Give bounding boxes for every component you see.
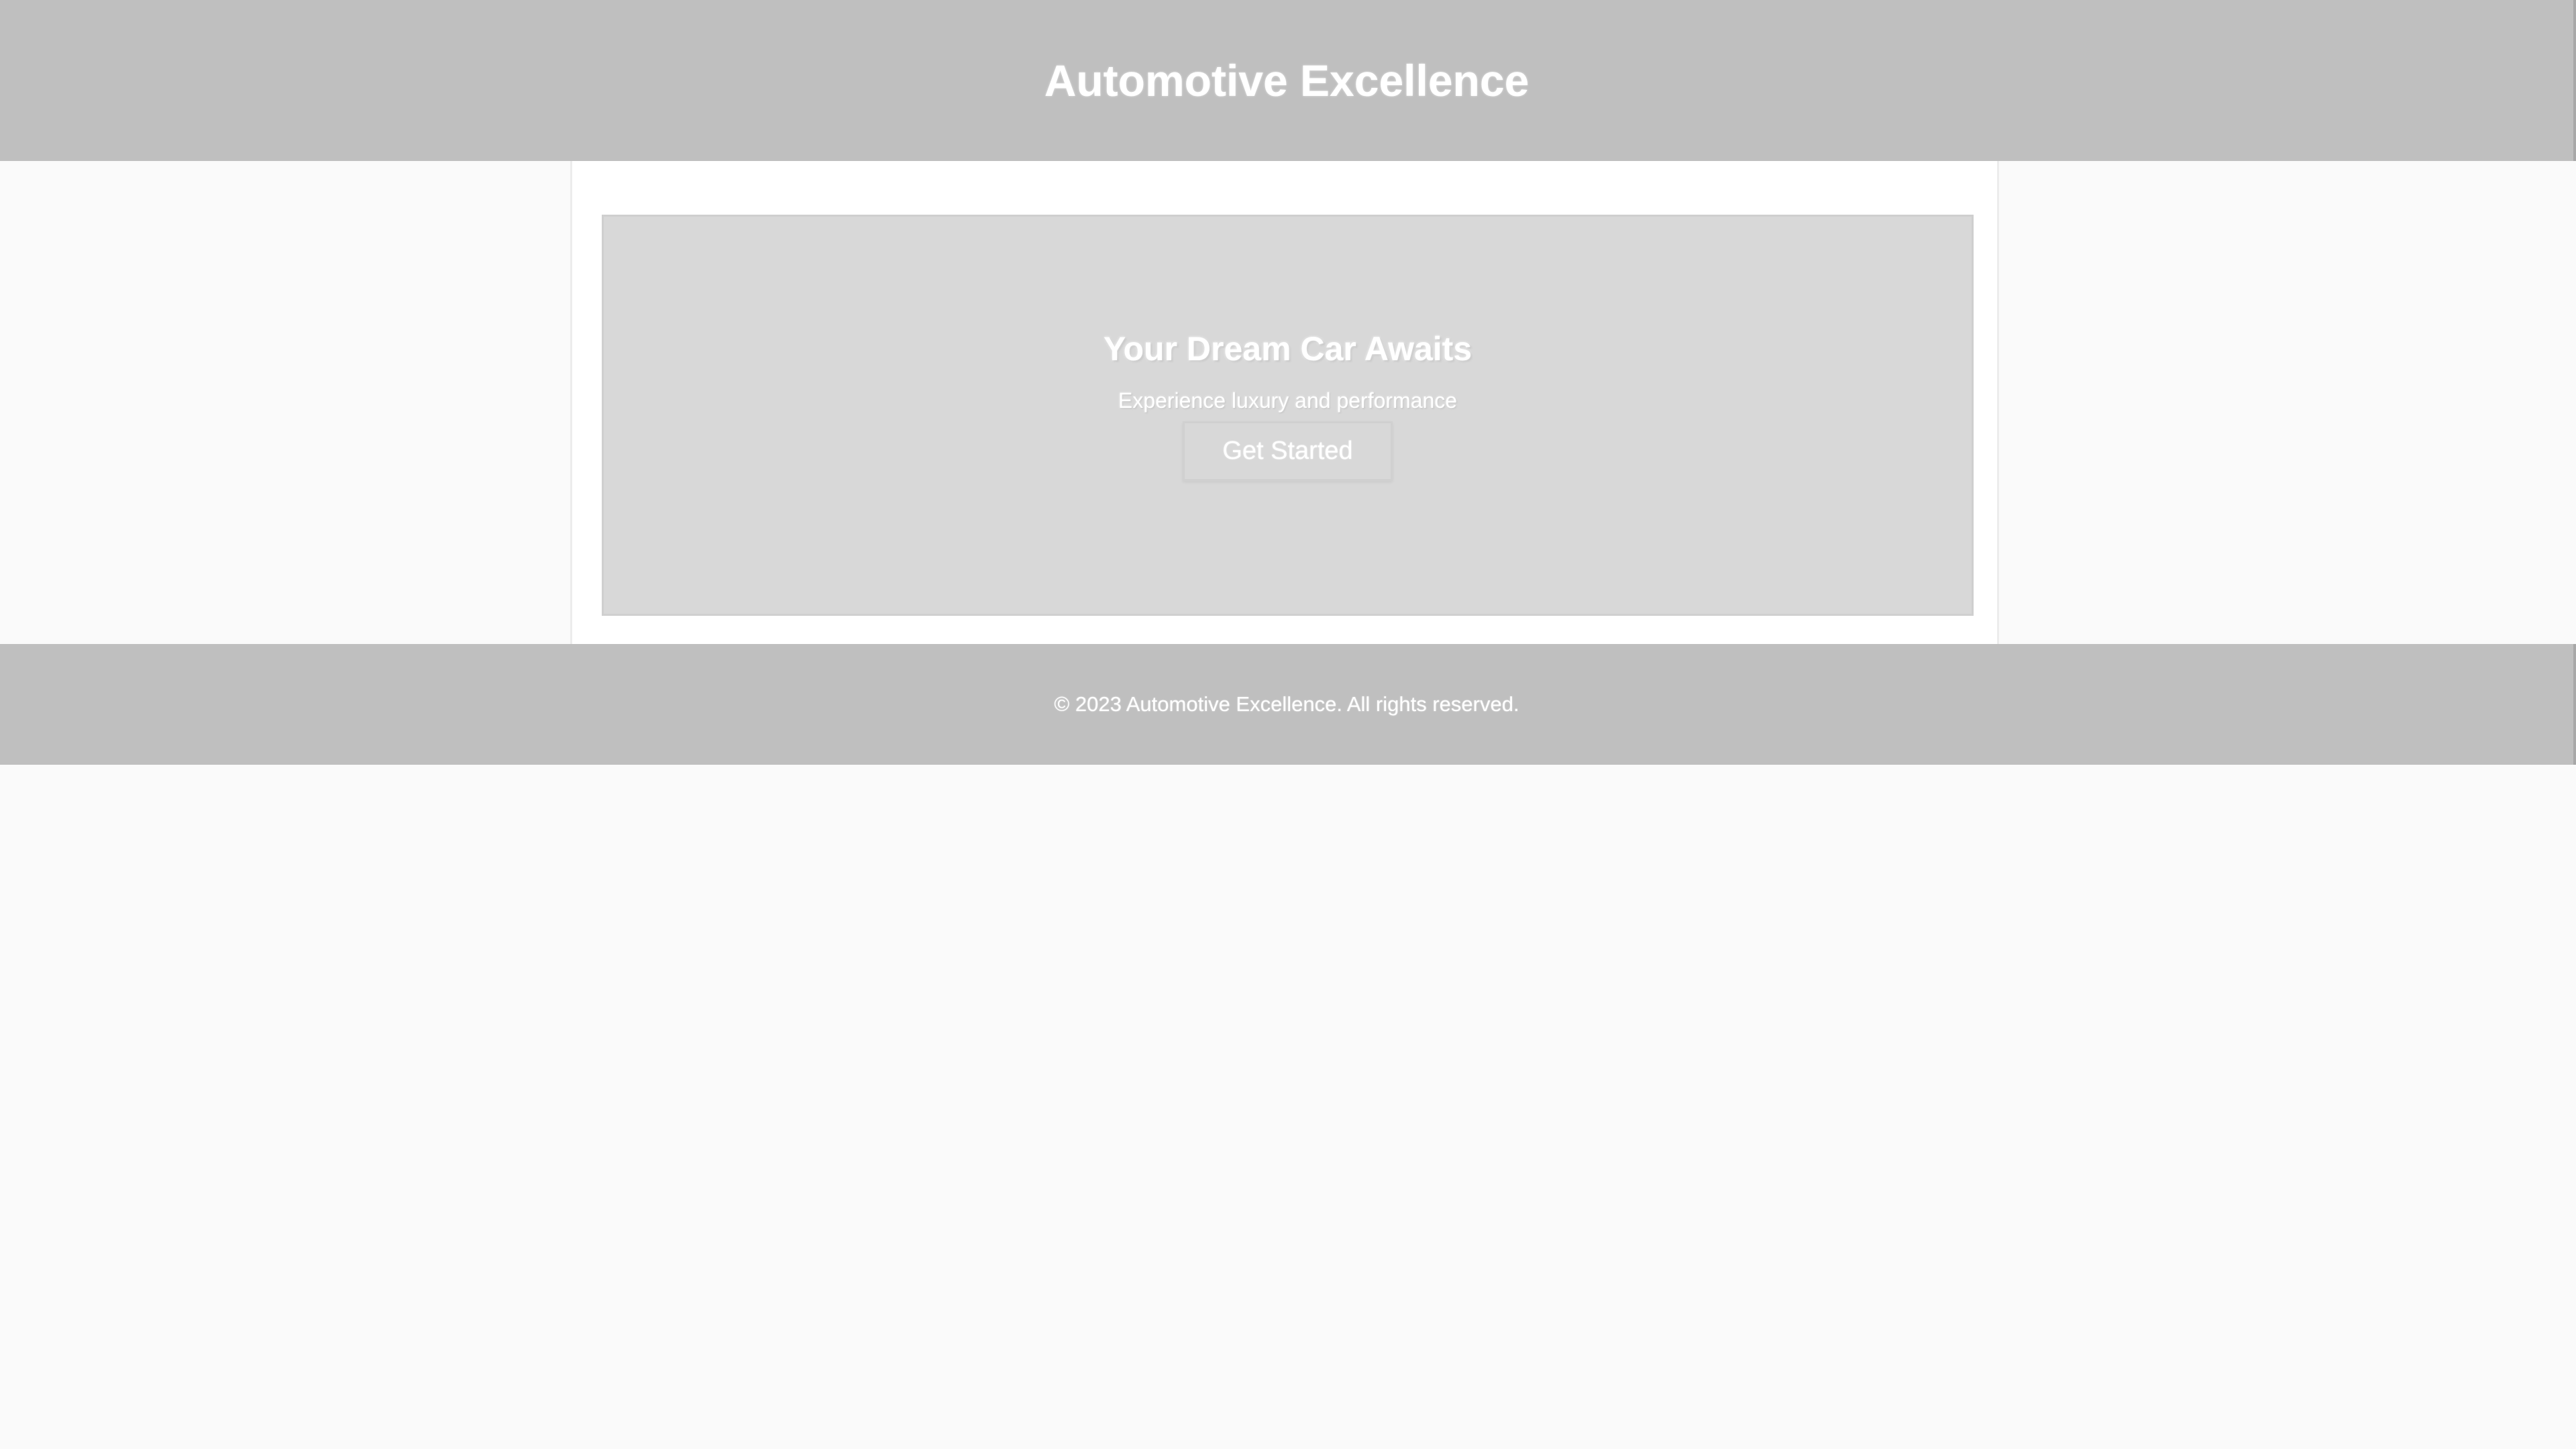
hero-heading: Your Dream Car Awaits — [1103, 330, 1472, 368]
get-started-button[interactable]: Get Started — [1183, 421, 1393, 481]
site-footer: © 2023 Automotive Excellence. All rights… — [0, 644, 2576, 765]
site-header: Automotive Excellence — [0, 0, 2576, 161]
main-content: Your Dream Car Awaits Experience luxury … — [570, 161, 1999, 644]
hero-content: Your Dream Car Awaits Experience luxury … — [1104, 329, 1472, 481]
site-title: Automotive Excellence — [1044, 56, 1529, 105]
footer-copyright: © 2023 Automotive Excellence. All rights… — [1054, 692, 1519, 716]
hero-subtext: Experience luxury and performance — [1118, 388, 1458, 413]
hero-banner: Your Dream Car Awaits Experience luxury … — [602, 215, 1974, 616]
